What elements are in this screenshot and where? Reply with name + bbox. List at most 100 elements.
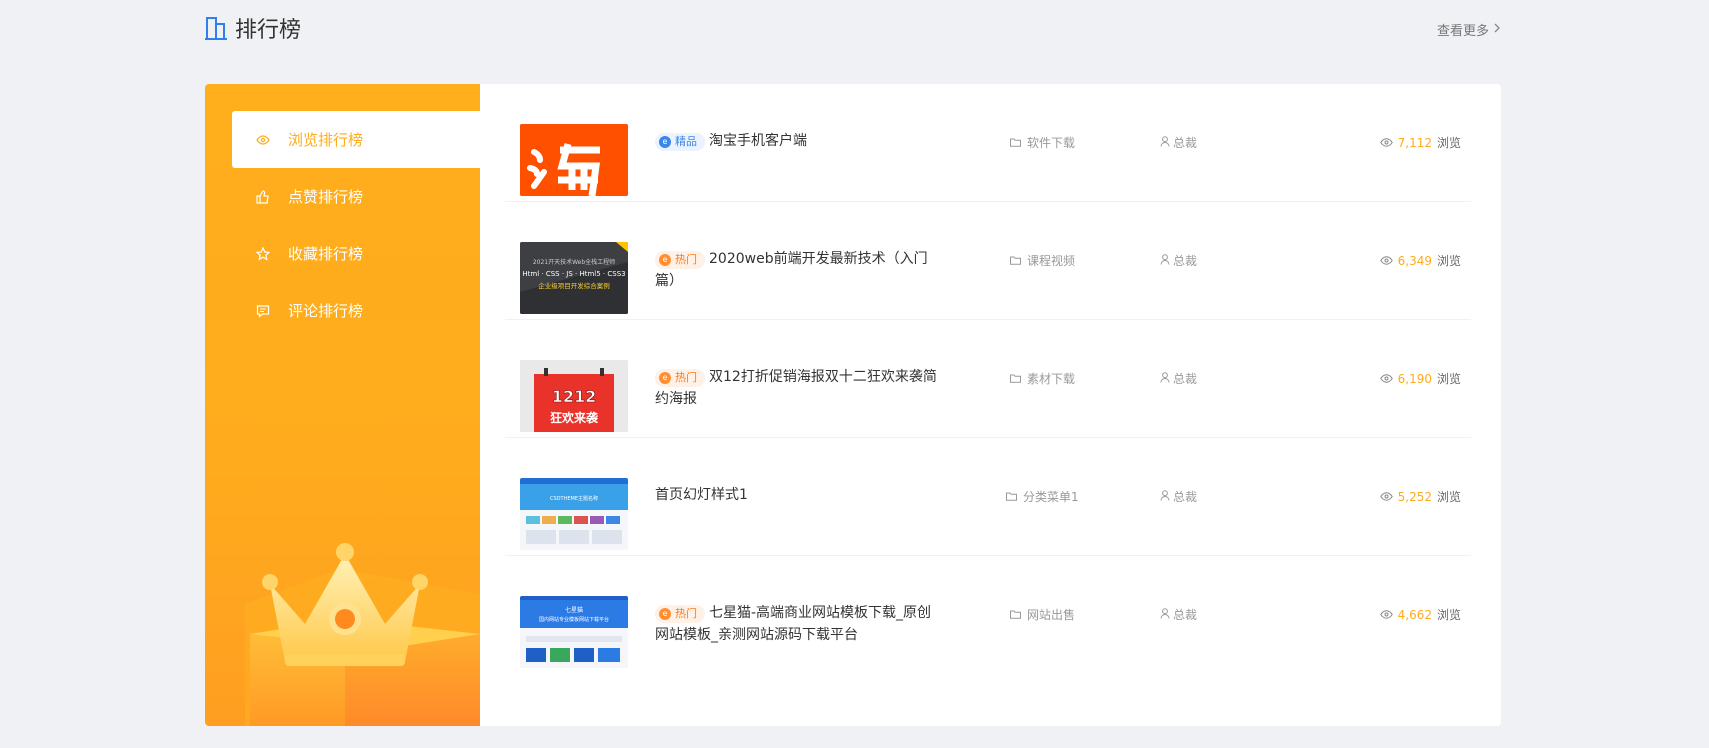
thumb-text: 2021开天技术Web全栈工程师 <box>533 258 615 266</box>
view-number: 6,349 <box>1397 253 1432 268</box>
user-icon <box>1160 371 1170 386</box>
category-link[interactable]: 软件下载 <box>1010 134 1075 151</box>
folder-icon <box>1010 254 1021 268</box>
author-link[interactable]: 总裁 <box>1160 370 1197 387</box>
category-label: 分类菜单1 <box>1023 490 1079 504</box>
thumbnail-image[interactable]: CSDTHEME主题名称 <box>520 478 628 550</box>
author-link[interactable]: 总裁 <box>1160 134 1197 151</box>
badge-icon: e <box>659 608 671 620</box>
folder-icon <box>1010 608 1021 622</box>
user-icon <box>1160 489 1170 504</box>
category-label: 软件下载 <box>1027 136 1076 150</box>
ranking-icon <box>205 16 227 40</box>
view-number: 4,662 <box>1397 607 1432 622</box>
author-link[interactable]: 总裁 <box>1160 488 1197 505</box>
category-link[interactable]: 课程视频 <box>1010 252 1075 269</box>
author-name: 总裁 <box>1173 254 1198 268</box>
page-title: 排行榜 <box>205 12 301 44</box>
sidebar-item-likes[interactable]: 点赞排行榜 <box>232 168 480 225</box>
thumbnail-image[interactable]: 七星猫 国内网站专业模板网站下载平台 <box>520 596 628 668</box>
item-title[interactable]: e 热门 双12打折促销海报双十二狂欢来袭简约海报 <box>655 366 945 410</box>
list-item[interactable]: 七星猫 国内网站专业模板网站下载平台 e 热门 七星猫-高端商业网站模板下载_原创网… <box>505 556 1471 674</box>
thumb-text: 国内网站专业模板网站下载平台 <box>539 616 609 623</box>
view-label: 浏览 <box>1436 254 1461 268</box>
category-link[interactable]: 网站出售 <box>1010 606 1075 623</box>
comment-icon <box>256 304 270 318</box>
view-more-label: 查看更多 <box>1436 24 1489 39</box>
category-label: 素材下载 <box>1027 372 1076 386</box>
premium-badge: e 精品 <box>655 133 705 151</box>
category-label: 网站出售 <box>1027 608 1076 622</box>
badge-icon: e <box>659 254 671 266</box>
sidebar-item-views[interactable]: 浏览排行榜 <box>232 111 480 168</box>
crown-illustration <box>245 514 480 726</box>
ranking-sidebar: 浏览排行榜 点赞排行榜 收藏排行榜 评论排行榜 <box>205 84 480 726</box>
thumbnail-image[interactable]: 2021开天技术Web全栈工程师 Html · CSS · JS · Html5… <box>520 242 628 314</box>
sidebar-item-label: 点赞排行榜 <box>288 188 364 206</box>
list-item[interactable]: e 精品 淘宝手机客户端 软件下载 总裁 7,112 浏览 <box>505 84 1471 202</box>
sidebar-item-label: 评论排行榜 <box>288 302 364 320</box>
folder-icon <box>1010 136 1021 150</box>
category-label: 课程视频 <box>1027 254 1076 268</box>
item-title-text: 淘宝手机客户端 <box>709 133 807 149</box>
item-title[interactable]: e 热门 七星猫-高端商业网站模板下载_原创网站模板_亲测网站源码下载平台 <box>655 602 945 646</box>
view-number: 6,190 <box>1397 371 1432 386</box>
view-more-link[interactable]: 查看更多 <box>1437 20 1501 39</box>
user-icon <box>1160 253 1170 268</box>
ranking-panel: 浏览排行榜 点赞排行榜 收藏排行榜 评论排行榜 e 精品 淘宝手机客户端 软件下… <box>205 84 1501 726</box>
view-count: 6,190 浏览 <box>1379 370 1461 387</box>
item-title[interactable]: e 热门 2020web前端开发最新技术（入门篇） <box>655 248 945 292</box>
page-title-text: 排行榜 <box>235 18 302 43</box>
eye-icon <box>1379 608 1393 622</box>
hot-badge: e 热门 <box>655 605 705 623</box>
view-number: 7,112 <box>1397 135 1432 150</box>
eye-icon <box>1379 136 1393 150</box>
list-item[interactable]: CSDTHEME主题名称 首页幻灯样式1 分类菜单1 总裁 5,252 浏览 <box>505 438 1471 556</box>
thumbnail-image[interactable] <box>520 124 628 196</box>
thumbs-up-icon <box>256 189 270 204</box>
user-icon <box>1160 135 1170 150</box>
thumb-text: Html · CSS · JS · Html5 · CSS3 <box>522 270 625 278</box>
thumb-text: 1212 <box>552 387 597 406</box>
list-item[interactable]: 1212 狂欢来袭 e 热门 双12打折促销海报双十二狂欢来袭简约海报 素材下载 总… <box>505 320 1471 438</box>
category-link[interactable]: 分类菜单1 <box>1006 488 1079 505</box>
star-icon <box>256 246 270 261</box>
badge-label: 热门 <box>675 371 697 384</box>
eye-icon <box>1379 372 1393 386</box>
item-title-text: 首页幻灯样式1 <box>655 487 748 503</box>
author-name: 总裁 <box>1173 136 1198 150</box>
sidebar-item-label: 收藏排行榜 <box>288 245 364 263</box>
user-icon <box>1160 607 1170 622</box>
badge-label: 热门 <box>675 607 697 620</box>
thumbnail-image[interactable]: 1212 狂欢来袭 <box>520 360 628 432</box>
badge-icon: e <box>659 372 671 384</box>
view-label: 浏览 <box>1436 490 1461 504</box>
sidebar-item-favorites[interactable]: 收藏排行榜 <box>232 225 480 282</box>
author-name: 总裁 <box>1173 372 1198 386</box>
item-title[interactable]: 首页幻灯样式1 <box>655 484 945 506</box>
item-title[interactable]: e 精品 淘宝手机客户端 <box>655 130 945 152</box>
sidebar-item-comments[interactable]: 评论排行榜 <box>232 282 480 339</box>
eye-icon <box>256 133 270 147</box>
thumb-text: 企业级项目开发综合案例 <box>538 281 610 290</box>
list-item[interactable]: 2021开天技术Web全栈工程师 Html · CSS · JS · Html5… <box>505 202 1471 320</box>
section-header: 排行榜 查看更多 <box>205 12 1501 44</box>
author-link[interactable]: 总裁 <box>1160 252 1197 269</box>
category-link[interactable]: 素材下载 <box>1010 370 1075 387</box>
view-label: 浏览 <box>1436 136 1461 150</box>
sidebar-item-label: 浏览排行榜 <box>288 131 364 149</box>
view-label: 浏览 <box>1436 372 1461 386</box>
hot-badge: e 热门 <box>655 251 705 269</box>
thumb-text: 狂欢来袭 <box>550 410 599 425</box>
chevron-right-icon <box>1493 22 1501 37</box>
badge-icon: e <box>659 136 671 148</box>
author-link[interactable]: 总裁 <box>1160 606 1197 623</box>
view-label: 浏览 <box>1436 608 1461 622</box>
view-count: 7,112 浏览 <box>1379 134 1461 151</box>
thumb-text: CSDTHEME主题名称 <box>550 495 598 502</box>
view-count: 4,662 浏览 <box>1379 606 1461 623</box>
view-number: 5,252 <box>1397 489 1432 504</box>
eye-icon <box>1379 490 1393 504</box>
view-count: 5,252 浏览 <box>1379 488 1461 505</box>
badge-label: 热门 <box>675 253 697 266</box>
